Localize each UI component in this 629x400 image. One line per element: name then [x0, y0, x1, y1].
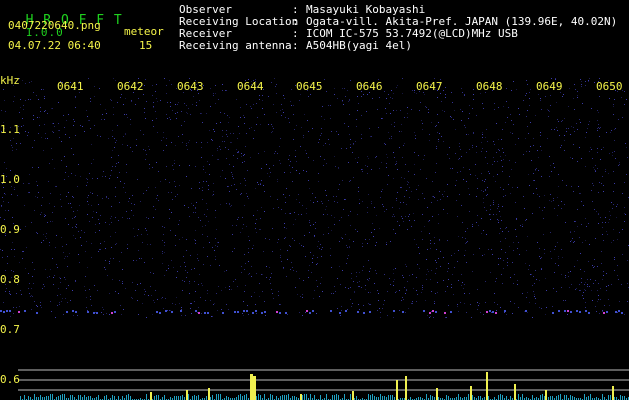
- file-datetime: 04.07.22 06:40: [8, 39, 101, 52]
- time-tick-0647: 0647: [416, 80, 443, 93]
- time-tick-0645: 0645: [296, 80, 323, 93]
- time-tick-0648: 0648: [476, 80, 503, 93]
- time-tick-0646: 0646: [356, 80, 383, 93]
- time-tick-0641: 0641: [57, 80, 84, 93]
- spectrogram: [0, 78, 629, 400]
- info-sep-antenna: :: [292, 39, 299, 52]
- meteor-label: meteor: [124, 25, 164, 38]
- freq-tick-1-1: 1.1: [0, 123, 20, 136]
- meteor-spikes: [150, 372, 614, 400]
- freq-tick-1-0: 1.0: [0, 173, 20, 186]
- time-tick-0644: 0644: [237, 80, 264, 93]
- freq-tick-0-8: 0.8: [0, 273, 20, 286]
- graph-baseline: [20, 394, 629, 400]
- time-tick-0650: 0650: [596, 80, 623, 93]
- freq-tick-0-6: 0.6: [0, 373, 20, 386]
- meteor-count: 15: [139, 39, 153, 52]
- freq-tick-0-9: 0.9: [0, 223, 20, 236]
- info-key-antenna: Receiving antenna: [179, 39, 292, 52]
- info-value-antenna: A504HB(yagi 4el): [306, 39, 412, 52]
- noise-field: [0, 78, 629, 318]
- freq-tick-0-7: 0.7: [0, 323, 20, 336]
- axis-unit-khz: kHz: [0, 74, 20, 87]
- time-tick-0642: 0642: [117, 80, 144, 93]
- time-tick-0643: 0643: [177, 80, 204, 93]
- carrier-line: [0, 310, 623, 314]
- time-tick-0649: 0649: [536, 80, 563, 93]
- file-name: 0407220640.png: [8, 19, 101, 32]
